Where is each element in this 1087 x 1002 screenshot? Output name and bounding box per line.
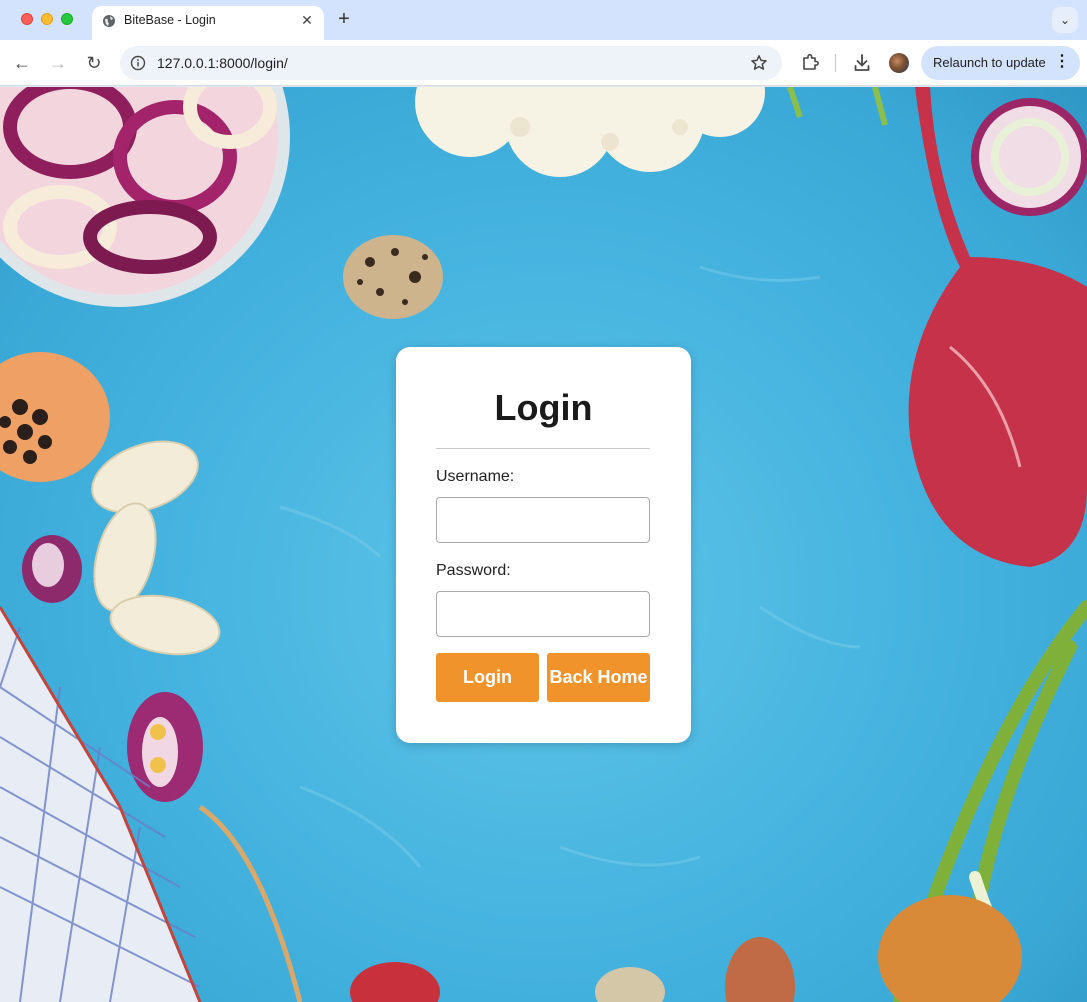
close-window-button[interactable] xyxy=(21,13,33,25)
username-input[interactable] xyxy=(436,497,650,543)
url-text[interactable]: 127.0.0.1:8000/login/ xyxy=(157,55,288,71)
active-tab[interactable]: BiteBase - Login ✕ xyxy=(92,6,324,40)
password-input[interactable] xyxy=(436,591,650,637)
new-tab-button[interactable]: + xyxy=(334,8,354,30)
tab-search-button[interactable]: ⌄ xyxy=(1052,7,1078,33)
tab-title: BiteBase - Login xyxy=(124,13,216,27)
relaunch-to-update-button[interactable]: Relaunch to update ⋮ xyxy=(921,46,1080,80)
back-home-button[interactable]: Back Home xyxy=(547,653,650,702)
maximize-window-button[interactable] xyxy=(61,13,73,25)
profile-avatar[interactable] xyxy=(889,53,909,73)
site-info-icon[interactable] xyxy=(130,55,146,71)
forward-button[interactable]: → xyxy=(46,51,70,75)
tab-bar: BiteBase - Login ✕ + ⌄ xyxy=(0,0,1087,40)
login-card: Login Username: Password: Login Back Hom… xyxy=(396,347,691,743)
back-button[interactable]: ← xyxy=(10,51,34,75)
title-divider xyxy=(436,448,650,449)
download-icon[interactable] xyxy=(852,52,872,74)
close-tab-icon[interactable]: ✕ xyxy=(298,11,316,29)
username-label: Username: xyxy=(436,468,515,485)
minimize-window-button[interactable] xyxy=(41,13,53,25)
reload-button[interactable]: ↻ xyxy=(82,51,106,75)
extensions-icon[interactable] xyxy=(800,52,820,72)
relaunch-label: Relaunch to update xyxy=(933,55,1046,70)
address-bar[interactable]: 127.0.0.1:8000/login/ xyxy=(120,46,782,80)
page-viewport: Login Username: Password: Login Back Hom… xyxy=(0,87,1087,1002)
globe-icon xyxy=(103,15,115,27)
login-button[interactable]: Login xyxy=(436,653,539,702)
toolbar-divider xyxy=(835,54,836,72)
password-label: Password: xyxy=(436,562,511,579)
page-title: Login xyxy=(494,387,593,428)
bookmark-star-icon[interactable] xyxy=(750,54,768,72)
more-menu-icon[interactable]: ⋮ xyxy=(1054,53,1070,71)
